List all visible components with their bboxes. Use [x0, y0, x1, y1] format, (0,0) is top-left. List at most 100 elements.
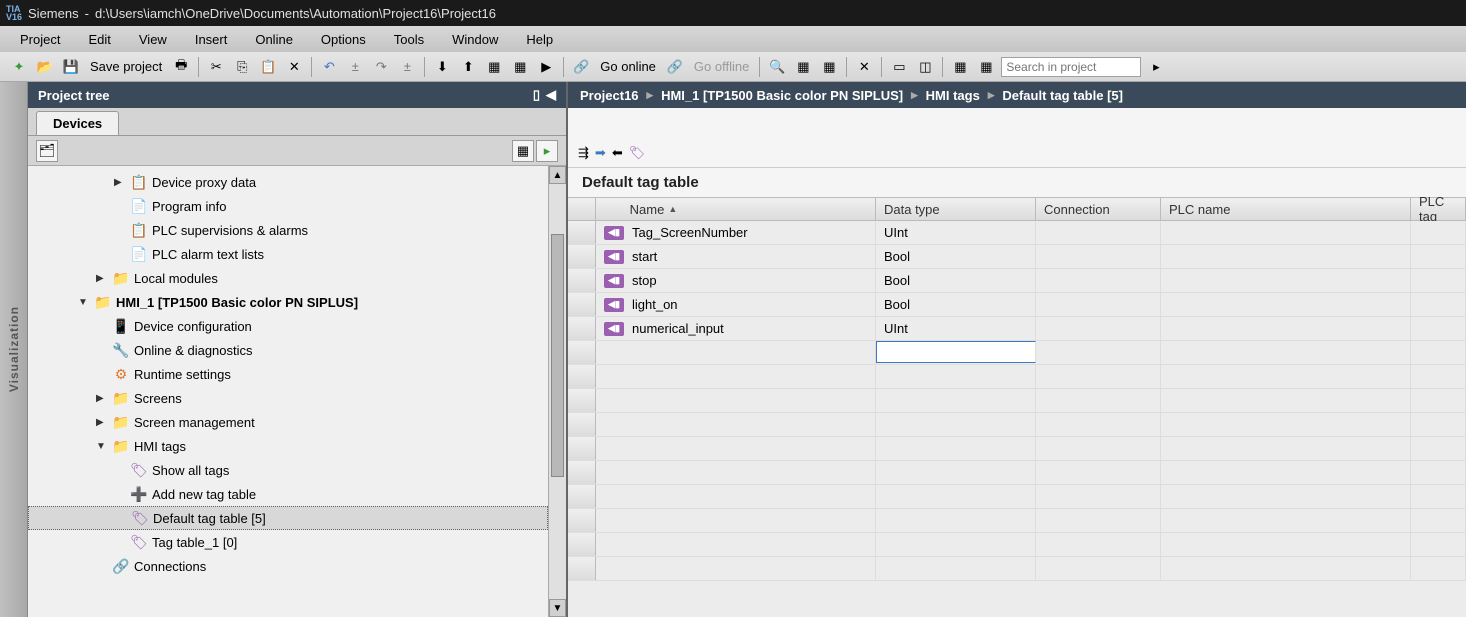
go-offline-icon[interactable]: 🔗 [664, 56, 686, 78]
tree-item[interactable]: ▼📁HMI_1 [TP1500 Basic color PN SIPLUS] [28, 290, 548, 314]
scroll-up-icon[interactable]: ▲ [549, 166, 566, 184]
menu-project[interactable]: Project [8, 26, 72, 52]
bc-2[interactable]: HMI tags [926, 88, 980, 103]
tree-go-icon[interactable]: ▸ [536, 140, 558, 162]
menu-edit[interactable]: Edit [76, 26, 122, 52]
cell-type[interactable]: Bool [876, 269, 1036, 292]
editor-import-icon[interactable]: ⬅ [612, 145, 623, 161]
cell-type[interactable]: UInt [876, 317, 1036, 340]
bc-1[interactable]: HMI_1 [TP1500 Basic color PN SIPLUS] [661, 88, 903, 103]
bc-3[interactable]: Default tag table [5] [1002, 88, 1123, 103]
redo-dropdown-icon[interactable]: ± [396, 56, 418, 78]
bc-0[interactable]: Project16 [580, 88, 639, 103]
upload-icon[interactable]: ⬆ [457, 56, 479, 78]
menu-window[interactable]: Window [440, 26, 510, 52]
save-label[interactable]: Save project [86, 59, 166, 74]
cell-plcname[interactable] [1161, 269, 1411, 292]
layout-icon-1[interactable]: ▭ [888, 56, 910, 78]
menu-insert[interactable]: Insert [183, 26, 240, 52]
tag-row[interactable]: ◀▮Tag_ScreenNumberUInt [568, 221, 1466, 245]
delete-icon[interactable]: ✕ [283, 56, 305, 78]
redo-icon[interactable]: ↷ [370, 56, 392, 78]
col-type-header[interactable]: Data type [876, 198, 1036, 220]
tree-item[interactable]: ➕Add new tag table [28, 482, 548, 506]
tree-expander-icon[interactable]: ▶ [96, 417, 108, 428]
device-icon-1[interactable]: ▦ [792, 56, 814, 78]
col-plcname-header[interactable]: PLC name [1161, 198, 1411, 220]
menu-online[interactable]: Online [243, 26, 305, 52]
cell-type[interactable]: Bool [876, 293, 1036, 316]
cell-plctag[interactable] [1411, 269, 1466, 292]
tree-expander-icon[interactable]: ▶ [114, 177, 126, 188]
tree-item[interactable]: 🏷Tag table_1 [0] [28, 530, 548, 554]
project-tree[interactable]: ▶📋Device proxy data📄Program info📋PLC sup… [28, 166, 548, 617]
tree-item[interactable]: 📄Program info [28, 194, 548, 218]
accessible-devices-icon[interactable]: 🔍 [766, 56, 788, 78]
tag-row[interactable]: ◀▮startBool [568, 245, 1466, 269]
row-selector[interactable] [568, 317, 596, 340]
search-go-icon[interactable]: ▸ [1145, 56, 1167, 78]
tree-item[interactable]: 🏷Show all tags [28, 458, 548, 482]
cell-name[interactable]: ◀▮start [596, 245, 876, 268]
panel-collapse-icon[interactable]: ◀ [546, 87, 556, 103]
cell-plcname[interactable] [1161, 317, 1411, 340]
misc-icon-1[interactable]: ▦ [949, 56, 971, 78]
editor-tag-icon[interactable]: 🏷 [629, 145, 646, 161]
undo-dropdown-icon[interactable]: ± [344, 56, 366, 78]
tree-expander-icon[interactable]: ▶ [96, 393, 108, 404]
cell-name[interactable]: ◀▮light_on [596, 293, 876, 316]
compile-icon[interactable]: ▦ [483, 56, 505, 78]
cell-name[interactable]: ◀▮numerical_input [596, 317, 876, 340]
row-selector[interactable] [568, 245, 596, 268]
cell-plcname[interactable] [1161, 221, 1411, 244]
col-conn-header[interactable]: Connection [1036, 198, 1161, 220]
cell-connection[interactable] [1036, 245, 1161, 268]
tree-item[interactable]: 🔗Connections [28, 554, 548, 578]
tree-item[interactable]: ⚙Runtime settings [28, 362, 548, 386]
tree-item[interactable]: ▶📋Device proxy data [28, 170, 548, 194]
menu-options[interactable]: Options [309, 26, 378, 52]
tag-row[interactable]: ◀▮stopBool [568, 269, 1466, 293]
cell-plctag[interactable] [1411, 293, 1466, 316]
menu-view[interactable]: View [127, 26, 179, 52]
cell-connection[interactable] [1036, 269, 1161, 292]
cell-name[interactable]: ◀▮Tag_ScreenNumber [596, 221, 876, 244]
tag-row[interactable]: ◀▮numerical_inputUInt [568, 317, 1466, 341]
tree-item[interactable]: 📱Device configuration [28, 314, 548, 338]
datatype-edit-cell[interactable] [876, 341, 1036, 363]
row-selector[interactable] [568, 221, 596, 244]
cell-type[interactable]: Bool [876, 245, 1036, 268]
cell-plctag[interactable] [1411, 245, 1466, 268]
tree-expander-icon[interactable]: ▼ [78, 297, 90, 308]
tree-item[interactable]: ▼📁HMI tags [28, 434, 548, 458]
add-new-row[interactable] [568, 341, 1466, 365]
misc-icon-2[interactable]: ▦ [975, 56, 997, 78]
device-icon-2[interactable]: ▦ [818, 56, 840, 78]
cell-connection[interactable] [1036, 317, 1161, 340]
tree-expander-icon[interactable]: ▼ [96, 441, 108, 452]
add-new-label[interactable] [596, 341, 876, 364]
tree-item[interactable]: 📄PLC alarm text lists [28, 242, 548, 266]
col-plctag-header[interactable]: PLC tag [1411, 198, 1466, 220]
layout-icon-2[interactable]: ◫ [914, 56, 936, 78]
panel-pin-icon[interactable]: ▯ [533, 87, 540, 103]
cell-connection[interactable] [1036, 221, 1161, 244]
tree-config-icon[interactable]: 🗂 [36, 140, 58, 162]
tree-item[interactable]: ▶📁Screens [28, 386, 548, 410]
tag-grid-body[interactable]: ◀▮Tag_ScreenNumberUInt◀▮startBool◀▮stopB… [568, 221, 1466, 617]
cross-ref-icon[interactable]: ✕ [853, 56, 875, 78]
copy-icon[interactable]: ⎘ [231, 56, 253, 78]
cell-name[interactable]: ◀▮stop [596, 269, 876, 292]
cut-icon[interactable]: ✂ [205, 56, 227, 78]
devices-tab[interactable]: Devices [36, 111, 119, 135]
search-input[interactable] [1001, 57, 1141, 77]
print-icon[interactable]: 🖶 [170, 56, 192, 78]
row-selector[interactable] [568, 269, 596, 292]
tree-expander-icon[interactable]: ▶ [96, 273, 108, 284]
tree-item[interactable]: ▶📁Screen management [28, 410, 548, 434]
row-selector[interactable] [568, 293, 596, 316]
save-icon[interactable]: 💾 [60, 56, 82, 78]
simulate-icon[interactable]: ▦ [509, 56, 531, 78]
paste-icon[interactable]: 📋 [257, 56, 279, 78]
cell-type[interactable]: UInt [876, 221, 1036, 244]
